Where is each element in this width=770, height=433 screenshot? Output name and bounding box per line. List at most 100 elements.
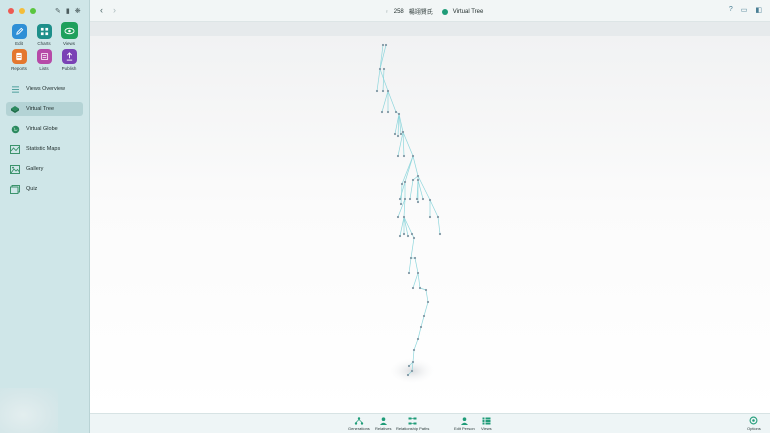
view-title: Virtual Tree (452, 8, 484, 15)
tree-person-node[interactable] (378, 67, 382, 71)
tree-person-node[interactable] (407, 364, 411, 368)
tree-person-node[interactable] (436, 215, 440, 219)
app-edit[interactable]: Edit (8, 24, 30, 46)
virtual-tree-icon (10, 104, 20, 114)
tree-connection (420, 315, 425, 328)
tree-person-node[interactable] (416, 200, 420, 204)
tree-person-node[interactable] (422, 314, 426, 318)
bookmark-icon[interactable]: ▮ (66, 7, 70, 15)
tree-person-node[interactable] (412, 236, 416, 240)
tree-person-node[interactable] (410, 369, 414, 373)
tree-person-node[interactable] (410, 232, 414, 236)
relationship-paths-button[interactable]: Relationship Paths (396, 416, 429, 431)
close-window-button[interactable] (8, 8, 14, 14)
tree-person-node[interactable] (411, 154, 415, 158)
tree-person-node[interactable] (428, 215, 432, 219)
tree-person-node[interactable] (393, 132, 397, 136)
tree-person-node[interactable] (381, 89, 385, 93)
tree-person-node[interactable] (402, 154, 406, 158)
virtual-tree-canvas[interactable] (90, 36, 770, 413)
tree-person-node[interactable] (398, 234, 402, 238)
tree-person-node[interactable] (386, 110, 390, 114)
tree-person-node[interactable] (400, 182, 404, 186)
forward-icon[interactable]: › (113, 5, 116, 15)
tree-person-node[interactable] (381, 43, 385, 47)
virtual-tree-graph[interactable] (90, 36, 770, 413)
tree-person-node[interactable] (424, 288, 428, 292)
nav-item-gallery[interactable]: Gallery (6, 162, 83, 176)
tree-person-node[interactable] (407, 271, 411, 275)
tree-person-node[interactable] (386, 89, 390, 93)
tree-person-node[interactable] (402, 232, 406, 236)
tree-person-node[interactable] (396, 134, 400, 138)
tree-person-node[interactable] (375, 89, 379, 93)
nav-item-label: Virtual Tree (26, 106, 55, 112)
tree-person-node[interactable] (416, 178, 420, 182)
nav-item-virtual-tree[interactable]: Virtual Tree (6, 102, 83, 116)
app-publish[interactable]: Publish (58, 49, 80, 71)
tree-person-node[interactable] (398, 197, 402, 201)
tree-person-node[interactable] (401, 130, 405, 134)
tree-person-node[interactable] (402, 215, 406, 219)
app-lists[interactable]: Lists (33, 49, 55, 71)
tree-person-node[interactable] (409, 256, 413, 260)
nav-item-virtual-globe[interactable]: Virtual Globe (6, 122, 83, 136)
nav-item-label: Gallery (26, 166, 44, 172)
tree-person-node[interactable] (380, 110, 384, 114)
app-views[interactable]: Views (58, 22, 80, 46)
tree-person-node[interactable] (384, 43, 388, 47)
tree-connection (379, 44, 387, 70)
edit-person-button[interactable]: Edit Person (454, 416, 475, 431)
tree-person-node[interactable] (413, 256, 417, 260)
tree-connection (403, 216, 413, 235)
back-icon[interactable]: ‹ (100, 5, 103, 15)
tree-person-node[interactable] (411, 286, 415, 290)
tree-connection (409, 179, 414, 200)
tree-person-node[interactable] (403, 197, 407, 201)
tree-person-node[interactable] (396, 215, 400, 219)
tree-person-node[interactable] (419, 325, 423, 329)
tree-person-node[interactable] (397, 112, 401, 116)
tree-person-node[interactable] (408, 197, 412, 201)
tree-person-node[interactable] (396, 154, 400, 158)
tree-person-node[interactable] (394, 110, 398, 114)
tree-person-node[interactable] (382, 67, 386, 71)
tree-person-node[interactable] (403, 180, 407, 184)
tree-person-node[interactable] (411, 360, 415, 364)
tree-connection (414, 257, 419, 274)
relatives-button[interactable]: Relatives (375, 416, 391, 431)
toolbar-label: Options (747, 426, 761, 431)
nav-item-statistic-maps[interactable]: Statistic Maps (6, 142, 83, 156)
tree-person-node[interactable] (415, 197, 419, 201)
tree-person-node[interactable] (406, 234, 410, 238)
app-reports[interactable]: Reports (8, 49, 30, 71)
tree-person-node[interactable] (421, 197, 425, 201)
tree-person-node[interactable] (428, 198, 432, 202)
window-layout-icon[interactable]: ▭ (741, 6, 748, 14)
views-button[interactable]: Views (481, 416, 492, 431)
tree-person-node[interactable] (438, 232, 442, 236)
tree-person-node[interactable] (406, 373, 410, 377)
pin-icon[interactable]: ✎ (55, 7, 61, 15)
tree-person-node[interactable] (416, 271, 420, 275)
minimize-window-button[interactable] (19, 8, 25, 14)
nav-item-views-overview[interactable]: Views Overview (6, 82, 83, 96)
help-icon[interactable]: ? (729, 6, 733, 14)
tree-person-node[interactable] (416, 174, 420, 178)
lists-icon (36, 49, 52, 64)
tree-person-node[interactable] (426, 300, 430, 304)
zoom-window-button[interactable] (30, 8, 36, 14)
tree-person-node[interactable] (416, 337, 420, 341)
person-icon: ♀ (385, 8, 389, 15)
tree-person-node[interactable] (418, 286, 422, 290)
sidebar-toggle-icon[interactable]: ◧ (755, 6, 762, 14)
options-button[interactable]: Options (747, 416, 761, 431)
tree-person-node[interactable] (411, 178, 415, 182)
family-icon[interactable]: ❋ (75, 7, 81, 15)
tree-person-node[interactable] (412, 348, 416, 352)
tree-person-node[interactable] (399, 202, 403, 206)
tree-person-node[interactable] (399, 132, 403, 136)
generations-button[interactable]: Generations (348, 416, 370, 431)
nav-item-quiz[interactable]: Quiz (6, 182, 83, 196)
app-charts[interactable]: Charts (33, 24, 55, 46)
